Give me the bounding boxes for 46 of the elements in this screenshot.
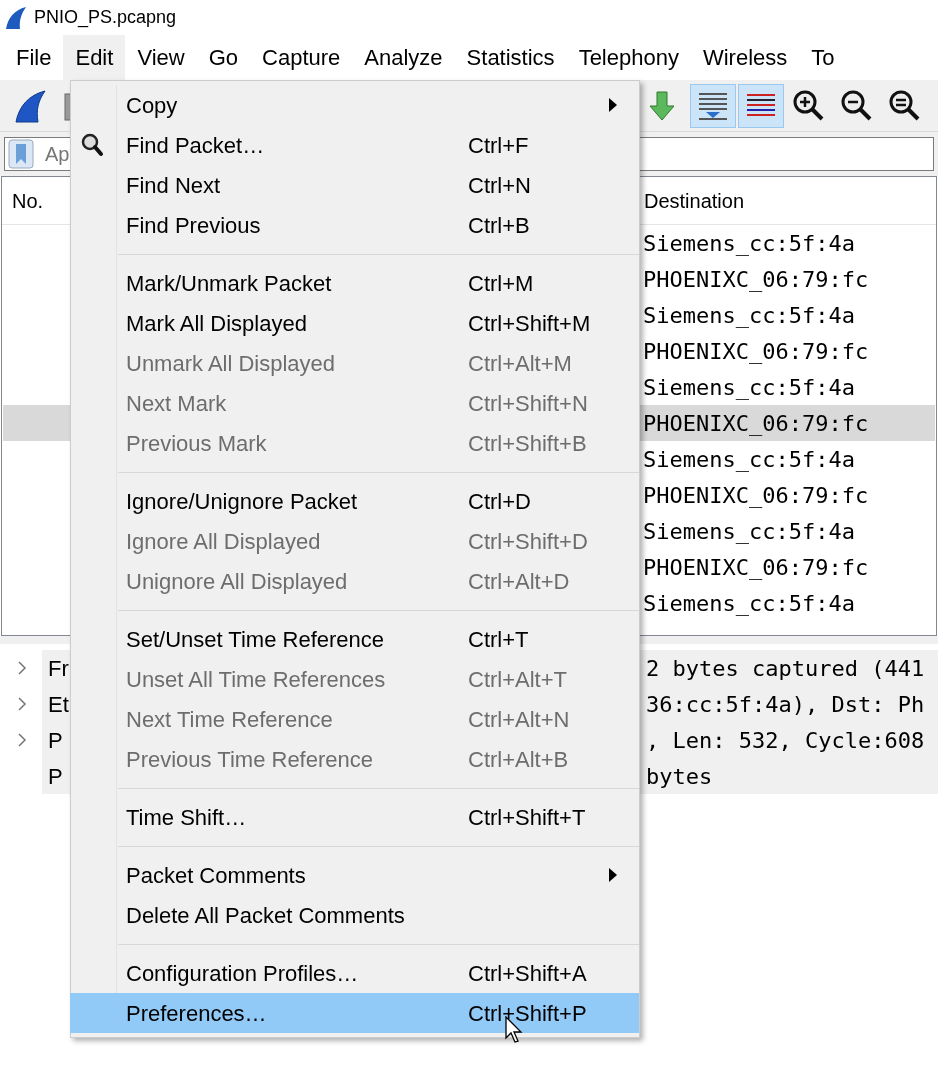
column-header[interactable]: Destination <box>644 185 745 216</box>
toolbar-button[interactable] <box>690 83 736 128</box>
chevron-right-icon <box>17 732 27 748</box>
submenu-arrow-icon <box>609 868 617 882</box>
tree-item-text[interactable]: Fr <box>48 651 69 685</box>
menu-item[interactable]: Set/Unset Time Reference Ctrl+T <box>70 619 639 659</box>
table-cell-text: Siemens_cc:5f:4a <box>643 229 855 258</box>
tree-item-text[interactable]: Et <box>48 687 69 721</box>
tree-item-text[interactable]: 36:cc:5f:4a), Dst: Ph <box>646 687 925 721</box>
chevron-right-icon <box>17 660 27 676</box>
menu-item[interactable]: Find Next Ctrl+N <box>70 165 639 205</box>
table-cell-text: PHOENIXC_06:79:fc <box>643 553 869 582</box>
table-cell-text: PHOENIXC_06:79:fc <box>643 337 869 366</box>
menu-bar-item[interactable]: Edit <box>63 35 126 80</box>
tree-item-text[interactable]: bytes <box>646 759 713 793</box>
menu-item[interactable]: Preferences… Ctrl+Shift+P <box>70 993 639 1033</box>
menu-item[interactable]: Packet Comments <box>70 855 639 895</box>
toolbar-button[interactable] <box>738 83 784 128</box>
window-title: PNIO_PS.pcapng <box>34 6 177 30</box>
menu-item[interactable]: Ignore/Unignore Packet Ctrl+D <box>70 481 639 521</box>
submenu-arrow-icon <box>609 98 617 112</box>
menu-item[interactable]: Find Packet… Ctrl+F <box>70 125 639 165</box>
tree-item-text[interactable]: , Len: 532, Cycle:608 <box>646 723 925 757</box>
table-cell-text: Siemens_cc:5f:4a <box>643 301 855 330</box>
app-logo-icon <box>4 5 28 30</box>
table-cell-text: Siemens_cc:5f:4a <box>643 589 855 618</box>
menu-item[interactable]: Mark All Displayed Ctrl+Shift+M <box>70 303 639 343</box>
menu-item[interactable]: Configuration Profiles… Ctrl+Shift+A <box>70 953 639 993</box>
menu-item[interactable]: Delete All Packet Comments <box>70 895 639 935</box>
table-cell-text: PHOENIXC_06:79:fc <box>643 265 869 294</box>
table-cell-text: PHOENIXC_06:79:fc <box>643 481 869 510</box>
table-cell-text: Siemens_cc:5f:4a <box>643 517 855 546</box>
column-header[interactable]: No. <box>12 185 44 216</box>
table-cell-text: Siemens_cc:5f:4a <box>643 373 855 402</box>
table-cell-text: Siemens_cc:5f:4a <box>643 445 855 474</box>
menu-item[interactable]: Find Previous Ctrl+B <box>70 205 639 245</box>
menu-item[interactable]: Mark/Unmark Packet Ctrl+M <box>70 263 639 303</box>
table-cell-text: PHOENIXC_06:79:fc <box>643 409 869 438</box>
menu-item[interactable]: Time Shift… Ctrl+Shift+T <box>70 797 639 837</box>
shark-fin-icon <box>13 87 49 124</box>
tree-item-text[interactable]: P <box>48 723 63 757</box>
chevron-right-icon <box>17 696 27 712</box>
tree-item-text[interactable]: 2 bytes captured (441 <box>646 651 925 685</box>
tree-item-text[interactable]: P <box>48 759 63 793</box>
search-icon <box>80 132 104 158</box>
bookmark-icon[interactable] <box>8 139 34 169</box>
